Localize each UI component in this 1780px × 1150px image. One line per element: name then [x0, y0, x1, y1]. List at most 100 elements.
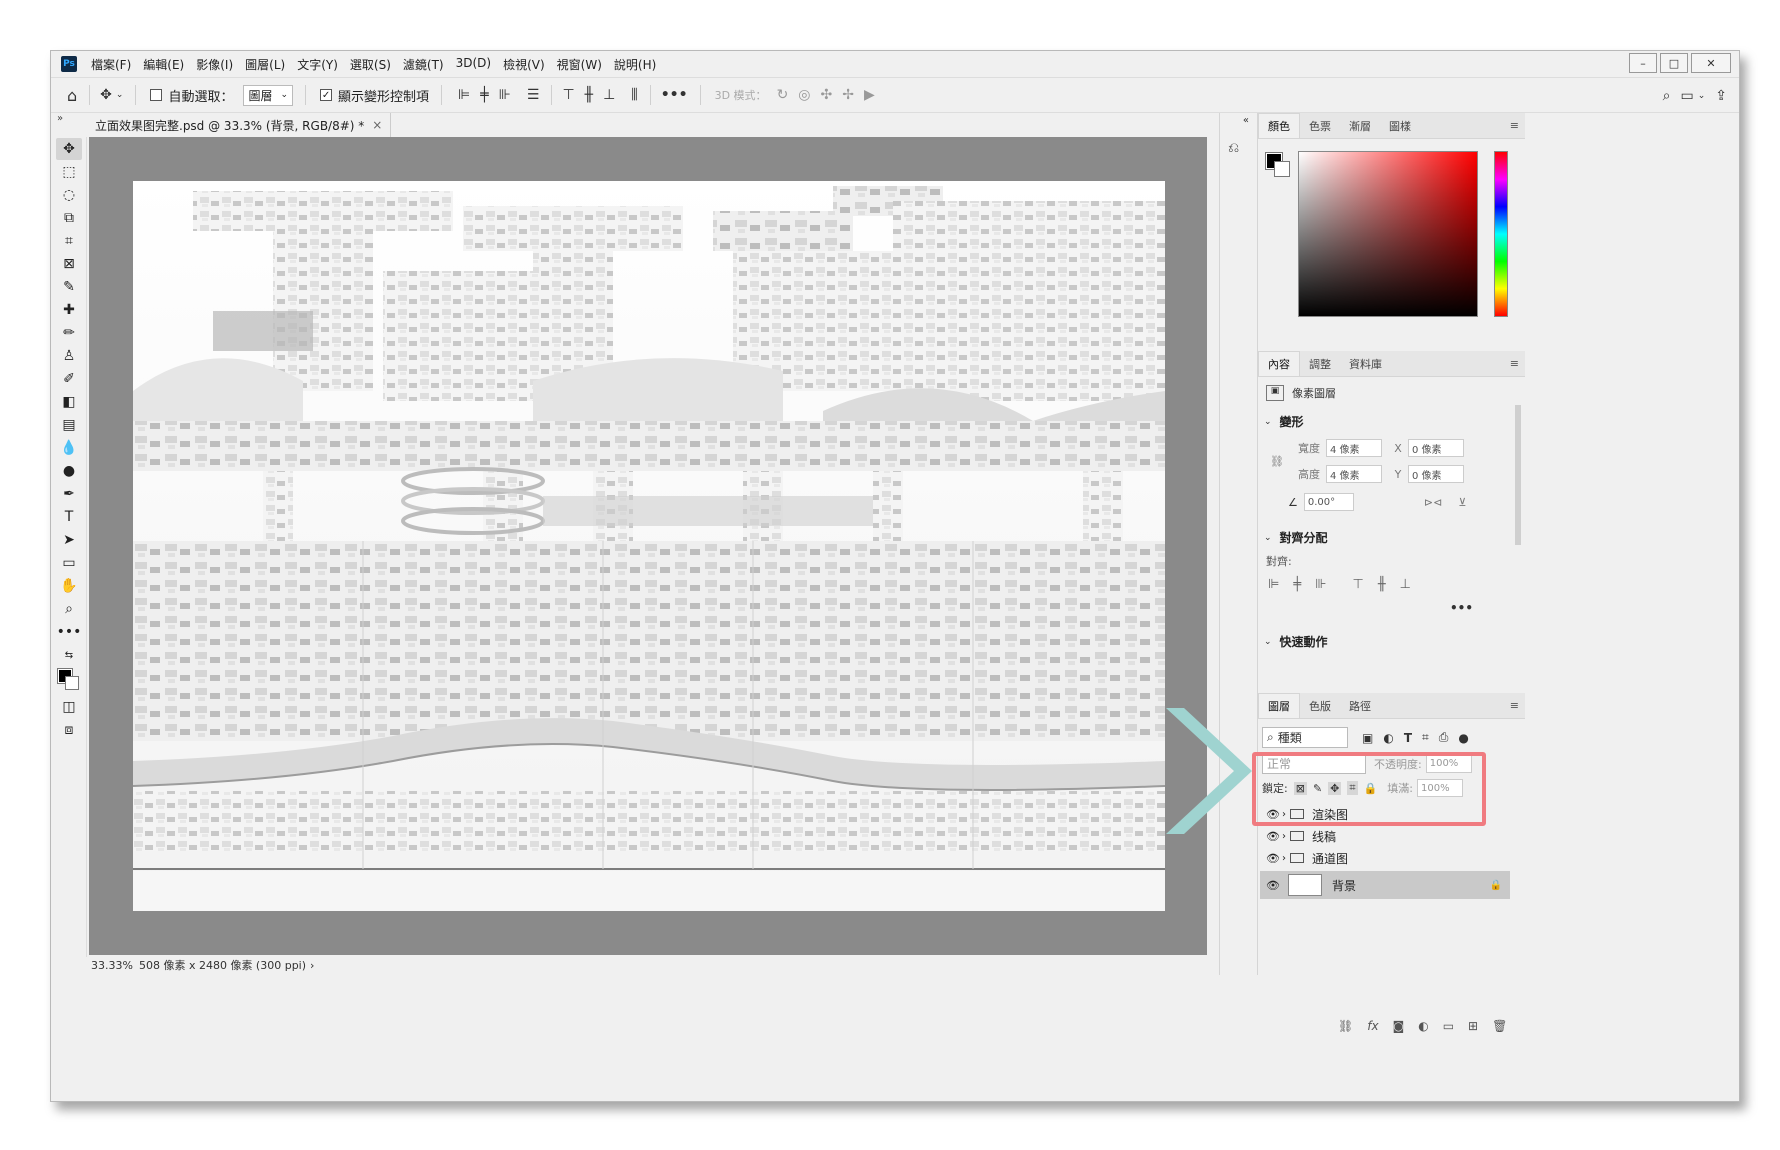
minimize-button[interactable]: –: [1629, 53, 1657, 73]
collapse-icon[interactable]: «: [1220, 113, 1253, 128]
align-vcenter-icon[interactable]: ╫: [585, 87, 593, 103]
new-layer-icon[interactable]: ⊞: [1468, 1019, 1478, 1033]
show-transform-checkbox[interactable]: ✓: [320, 89, 333, 101]
menu-type[interactable]: 文字(Y): [297, 56, 338, 73]
chevron-down-icon[interactable]: ⌄: [1698, 91, 1706, 101]
transform-section-header[interactable]: ⌄ 變形: [1264, 413, 1304, 430]
clone-stamp-tool[interactable]: ♙: [56, 345, 82, 367]
background-swatch[interactable]: [65, 676, 79, 690]
align-hcenter-icon[interactable]: ╪: [1293, 577, 1301, 592]
move-tool[interactable]: ✥: [56, 138, 82, 160]
align-vcenter-icon[interactable]: ╫: [1378, 577, 1386, 592]
auto-select-target-dropdown[interactable]: 圖層 ⌄: [243, 84, 294, 106]
tab-swatches[interactable]: 色票: [1300, 114, 1340, 138]
background-color-swatch[interactable]: [1274, 161, 1290, 177]
menu-window[interactable]: 視窗(W): [557, 56, 602, 73]
eraser-tool[interactable]: ◧: [56, 391, 82, 413]
document-info[interactable]: 508 像素 x 2480 像素 (300 ppi): [139, 957, 306, 973]
quick-actions-section-header[interactable]: ⌄ 快速動作: [1264, 633, 1328, 650]
visibility-eye-icon[interactable]: 👁: [1266, 852, 1282, 865]
tab-channels[interactable]: 色版: [1300, 694, 1340, 718]
distribute-horizontal-icon[interactable]: ⫼: [631, 87, 637, 103]
document-canvas[interactable]: [133, 181, 1165, 911]
chevron-right-icon[interactable]: ›: [1282, 831, 1286, 842]
rectangle-tool[interactable]: ▭: [56, 552, 82, 574]
x-field[interactable]: 0 像素: [1408, 439, 1464, 457]
filter-kind-dropdown[interactable]: ⌕ 種類: [1262, 727, 1348, 748]
tab-gradients[interactable]: 漸層: [1340, 114, 1380, 138]
path-select-tool[interactable]: ➤: [56, 529, 82, 551]
document-tab[interactable]: 立面效果图完整.psd @ 33.3% (背景, RGB/8#) * ×: [87, 113, 392, 137]
properties-scrollbar[interactable]: [1515, 405, 1521, 545]
home-icon[interactable]: ⌂: [67, 86, 77, 105]
maximize-button[interactable]: □: [1660, 53, 1688, 73]
tab-color[interactable]: 顏色: [1258, 113, 1300, 138]
panel-menu-icon[interactable]: ≡: [1510, 699, 1519, 712]
height-field[interactable]: 4 像素: [1326, 465, 1382, 483]
marquee-tool[interactable]: ⬚: [56, 161, 82, 183]
zoom-tool[interactable]: ⌕: [56, 598, 82, 620]
new-group-icon[interactable]: ▭: [1443, 1019, 1454, 1033]
trash-icon[interactable]: 🗑: [1492, 1019, 1507, 1033]
width-field[interactable]: 4 像素: [1326, 439, 1382, 457]
adjustment-layer-icon[interactable]: ◐: [1418, 1019, 1428, 1033]
align-hcenter-icon[interactable]: ╪: [480, 87, 488, 103]
align-left-icon[interactable]: ⊫: [1268, 577, 1279, 592]
zoom-level[interactable]: 33.33%: [91, 959, 133, 972]
close-button[interactable]: ✕: [1691, 53, 1731, 73]
menu-edit[interactable]: 編輯(E): [143, 56, 184, 73]
screen-mode-icon[interactable]: ⧈: [56, 719, 82, 741]
visibility-eye-icon[interactable]: 👁: [1266, 879, 1282, 892]
angle-field[interactable]: 0.00°: [1303, 493, 1354, 511]
tab-paths[interactable]: 路徑: [1340, 694, 1380, 718]
blur-tool[interactable]: 💧: [56, 437, 82, 459]
link-layers-icon[interactable]: ⛓: [1338, 1019, 1353, 1033]
menu-3d[interactable]: 3D(D): [456, 56, 491, 73]
color-picker-field[interactable]: [1298, 151, 1478, 317]
flip-vertical-icon[interactable]: ⊻: [1458, 496, 1466, 509]
y-field[interactable]: 0 像素: [1408, 465, 1464, 483]
menu-layer[interactable]: 圖層(L): [245, 56, 285, 73]
fx-icon[interactable]: fx: [1367, 1019, 1378, 1033]
expand-toolbox-icon[interactable]: »: [51, 113, 87, 137]
pen-tool[interactable]: ✒: [56, 483, 82, 505]
flip-horizontal-icon[interactable]: ⊳⊲: [1424, 496, 1442, 509]
layer-row-selected[interactable]: 👁 背景 🔒: [1260, 871, 1510, 899]
link-icon[interactable]: ⛓: [1270, 455, 1284, 468]
filter-toggle-icon[interactable]: ●: [1458, 731, 1468, 745]
canvas-area[interactable]: [89, 137, 1207, 955]
quick-mask-icon[interactable]: ◫: [56, 696, 82, 718]
frame-tool[interactable]: ⊠: [56, 253, 82, 275]
color-swatches[interactable]: [56, 667, 82, 695]
distribute-vertical-icon[interactable]: ☰: [527, 87, 540, 103]
align-top-icon[interactable]: ⊤: [562, 87, 574, 103]
more-align-options-icon[interactable]: •••: [1450, 601, 1473, 615]
menu-select[interactable]: 選取(S): [350, 56, 391, 73]
type-tool[interactable]: T: [56, 506, 82, 528]
filter-adjustment-icon[interactable]: ◐: [1383, 731, 1393, 745]
hue-slider[interactable]: [1494, 151, 1508, 317]
tab-libraries[interactable]: 資料庫: [1340, 352, 1391, 376]
swap-colors-icon[interactable]: ⇆: [56, 644, 82, 666]
lasso-tool[interactable]: ◌: [56, 184, 82, 206]
chevron-right-icon[interactable]: ›: [1282, 853, 1286, 864]
align-top-icon[interactable]: ⊤: [1352, 577, 1363, 592]
align-right-icon[interactable]: ⊪: [499, 87, 511, 103]
layer-row[interactable]: 👁 › 通道图: [1260, 847, 1510, 869]
align-bottom-icon[interactable]: ⊥: [603, 87, 615, 103]
healing-brush-tool[interactable]: ✚: [56, 299, 82, 321]
lock-icon[interactable]: 🔒: [1490, 880, 1502, 891]
align-section-header[interactable]: ⌄ 對齊分配: [1264, 529, 1328, 546]
more-tools-icon[interactable]: •••: [56, 621, 82, 643]
align-right-icon[interactable]: ⊪: [1315, 577, 1326, 592]
panel-menu-icon[interactable]: ≡: [1510, 119, 1519, 132]
search-icon[interactable]: ⌕: [1663, 88, 1671, 104]
filter-type-icon[interactable]: T: [1404, 731, 1412, 745]
filter-smart-object-icon[interactable]: ⎙: [1439, 730, 1449, 745]
filter-shape-icon[interactable]: ⌗: [1422, 730, 1429, 745]
visibility-eye-icon[interactable]: 👁: [1266, 830, 1282, 843]
add-mask-icon[interactable]: ◙: [1393, 1019, 1405, 1033]
menu-filter[interactable]: 濾鏡(T): [403, 56, 444, 73]
eyedropper-tool[interactable]: ✎: [56, 276, 82, 298]
hand-tool[interactable]: ✋: [56, 575, 82, 597]
